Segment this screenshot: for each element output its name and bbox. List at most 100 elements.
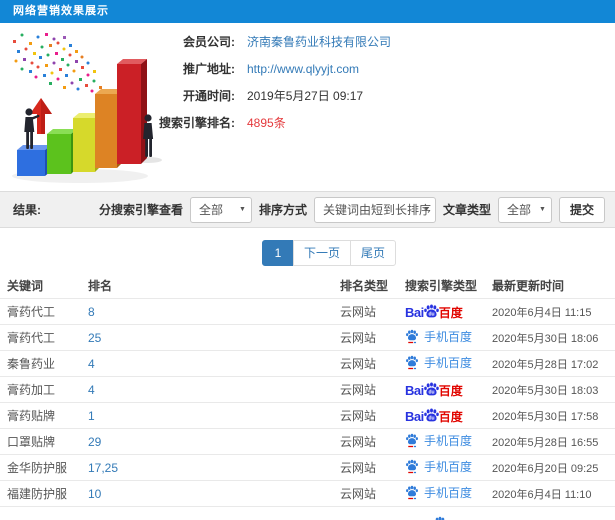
rank-link[interactable]: 29 — [88, 435, 101, 449]
update-time-cell: 2020年5月30日 18:06 — [492, 332, 599, 345]
engine-cell: 手机百度 — [405, 432, 492, 451]
svg-text:du: du — [428, 389, 434, 395]
engine-cell: 手机百度 — [405, 354, 492, 373]
pagination: 1 下一页 尾页 — [262, 240, 397, 266]
info-row-company: 会员公司: 济南秦鲁药业科技有限公司 — [150, 28, 391, 55]
rank-cell: 4 — [88, 357, 340, 371]
mobile-baidu-paw-icon — [405, 485, 419, 500]
sort-label: 排序方式 — [258, 203, 307, 217]
mobile-baidu-logo[interactable]: 手机百度 — [405, 354, 472, 371]
header-keyword: 关键词 — [7, 278, 44, 293]
mobile-baidu-label: 手机百度 — [424, 330, 473, 344]
baidu-logo-bai-text: Bai — [405, 304, 424, 320]
baidu-icon — [433, 516, 447, 520]
update-time-cell: 2020年6月4日 11:15 — [492, 306, 592, 319]
rank-type-cell: 云网站 — [340, 435, 377, 449]
info-row-ranking-count: 搜索引擎排名: 4895条 — [150, 109, 391, 136]
mobile-baidu-label: 手机百度 — [424, 356, 473, 370]
ranking-count-label: 搜索引擎排名: — [159, 116, 235, 130]
sort-select[interactable]: 关键词由短到长排序 ▼ — [313, 196, 436, 223]
mobile-baidu-logo[interactable]: 手机百度 — [405, 484, 472, 501]
engine-filter-value: 全部 — [198, 202, 223, 217]
baidu-logo-cn-text: 百度 — [438, 409, 463, 424]
rank-link[interactable]: 10 — [88, 487, 101, 501]
mobile-baidu-label: 手机百度 — [424, 434, 473, 448]
caret-down-icon: ▼ — [239, 205, 246, 213]
rank-cell: 29 — [88, 435, 340, 449]
info-row-open-time: 开通时间: 2019年5月27日 09:17 — [150, 82, 391, 109]
mobile-baidu-logo[interactable]: 手机百度 — [405, 432, 472, 449]
update-time-cell: 2020年6月20日 09:25 — [492, 462, 599, 475]
promo-url-link[interactable]: http://www.qlyyjt.com — [247, 62, 359, 76]
keyword-cell: 膏药贴牌 — [7, 409, 56, 423]
update-time-cell: 2020年5月30日 17:58 — [492, 410, 599, 423]
mobile-baidu-label: 手机百度 — [424, 486, 473, 500]
header-rank: 排名 — [88, 278, 113, 293]
article-type-value: 全部 — [506, 202, 531, 217]
keyword-cell: 口罩贴牌 — [7, 435, 56, 449]
rank-link[interactable]: 1 — [88, 409, 95, 423]
rank-link[interactable]: 17,25 — [88, 461, 118, 475]
engine-filter-select[interactable]: 全部 ▼ — [189, 196, 252, 223]
baidu-logo[interactable]: Bai du 百度 — [405, 408, 463, 423]
table-row: 金华防护服 17,25 云网站 手机百度 2020年6月20日 09:25 — [0, 454, 615, 480]
page-header: 网络营销效果展示 — [0, 0, 615, 23]
header-update-time: 最新更新时间 — [492, 278, 565, 293]
rank-cell: 10 — [88, 487, 340, 501]
keyword-cell: 秦鲁药业 — [7, 357, 56, 371]
article-type-select[interactable]: 全部 ▼ — [497, 196, 552, 223]
table-row: 膏药代工 25 云网站 手机百度 2020年5月30日 18:06 — [0, 324, 615, 350]
engine-cell: 手机百度 — [405, 328, 492, 347]
rank-cell: 4 — [88, 383, 340, 397]
update-time-cell: 2020年6月4日 11:10 — [492, 488, 592, 501]
table-row: 秦鲁药业 4 云网站 手机百度 2020年5月28日 17:02 — [0, 350, 615, 376]
clipped-next-row — [0, 506, 615, 520]
bar-blue — [17, 145, 51, 176]
submit-button[interactable]: 提交 — [558, 196, 605, 223]
company-link[interactable]: 济南秦鲁药业科技有限公司 — [247, 33, 391, 50]
baidu-logo[interactable]: Bai du 百度 — [405, 382, 463, 397]
mobile-baidu-paw-icon — [405, 355, 419, 370]
baidu-paw-icon: du — [423, 382, 440, 398]
rank-link[interactable]: 25 — [88, 331, 101, 345]
rank-link[interactable]: 8 — [88, 305, 95, 319]
rank-type-cell: 云网站 — [340, 331, 377, 345]
mobile-baidu-paw-icon — [405, 329, 419, 344]
sort-value: 关键词由短到长排序 — [322, 202, 431, 217]
rank-cell: 8 — [88, 305, 340, 319]
mobile-baidu-logo[interactable]: 手机百度 — [405, 328, 472, 345]
mobile-baidu-logo[interactable]: 手机百度 — [405, 458, 472, 475]
keyword-cell: 膏药加工 — [7, 383, 56, 397]
baidu-logo-cn-text: 百度 — [438, 383, 463, 398]
rank-link[interactable]: 4 — [88, 357, 95, 371]
update-time-cell: 2020年5月28日 16:55 — [492, 436, 599, 449]
last-page-button[interactable]: 尾页 — [350, 240, 397, 266]
mobile-baidu-paw-icon — [405, 459, 419, 474]
rank-link[interactable]: 4 — [88, 383, 95, 397]
baidu-logo-bai-text: Bai — [405, 382, 424, 398]
open-time-label: 开通时间: — [183, 89, 235, 103]
page-1-button[interactable]: 1 — [262, 240, 294, 266]
company-label: 会员公司: — [183, 35, 235, 49]
engine-cell: 手机百度 — [405, 484, 492, 503]
engine-cell: Bai du 百度 — [405, 408, 492, 424]
next-page-button[interactable]: 下一页 — [293, 240, 352, 266]
keyword-cell: 福建防护服 — [7, 487, 68, 501]
table-row: 膏药代工 8 云网站 Bai du 百度 2020年6月4日 11:15 — [0, 298, 615, 324]
mobile-baidu-label: 手机百度 — [424, 460, 473, 474]
results-filter-bar: 结果: 分搜索引擎查看 全部 ▼ 排序方式 关键词由短到长排序 ▼ 文章类型 全… — [0, 191, 615, 228]
caret-down-icon: ▼ — [423, 205, 430, 213]
table-row: 膏药贴牌 1 云网站 Bai du 百度 2020年5月30日 17:58 — [0, 402, 615, 428]
update-time-cell: 2020年5月28日 17:02 — [492, 358, 599, 371]
engine-cell: Bai du 百度 — [405, 382, 492, 398]
open-time-value: 2019年5月27日 09:17 — [247, 89, 364, 103]
rank-type-cell: 云网站 — [340, 383, 377, 397]
keyword-cell: 膏药代工 — [7, 305, 56, 319]
rank-type-cell: 云网站 — [340, 305, 377, 319]
table-row: 福建防护服 10 云网站 手机百度 2020年6月4日 11:10 — [0, 480, 615, 506]
account-info-fields: 会员公司: 济南秦鲁药业科技有限公司 推广地址: http://www.qlyy… — [150, 28, 391, 136]
svg-text:du: du — [428, 415, 434, 421]
rank-cell: 1 — [88, 409, 340, 423]
baidu-logo[interactable]: Bai du 百度 — [405, 304, 463, 319]
baidu-paw-icon: du — [423, 408, 440, 424]
